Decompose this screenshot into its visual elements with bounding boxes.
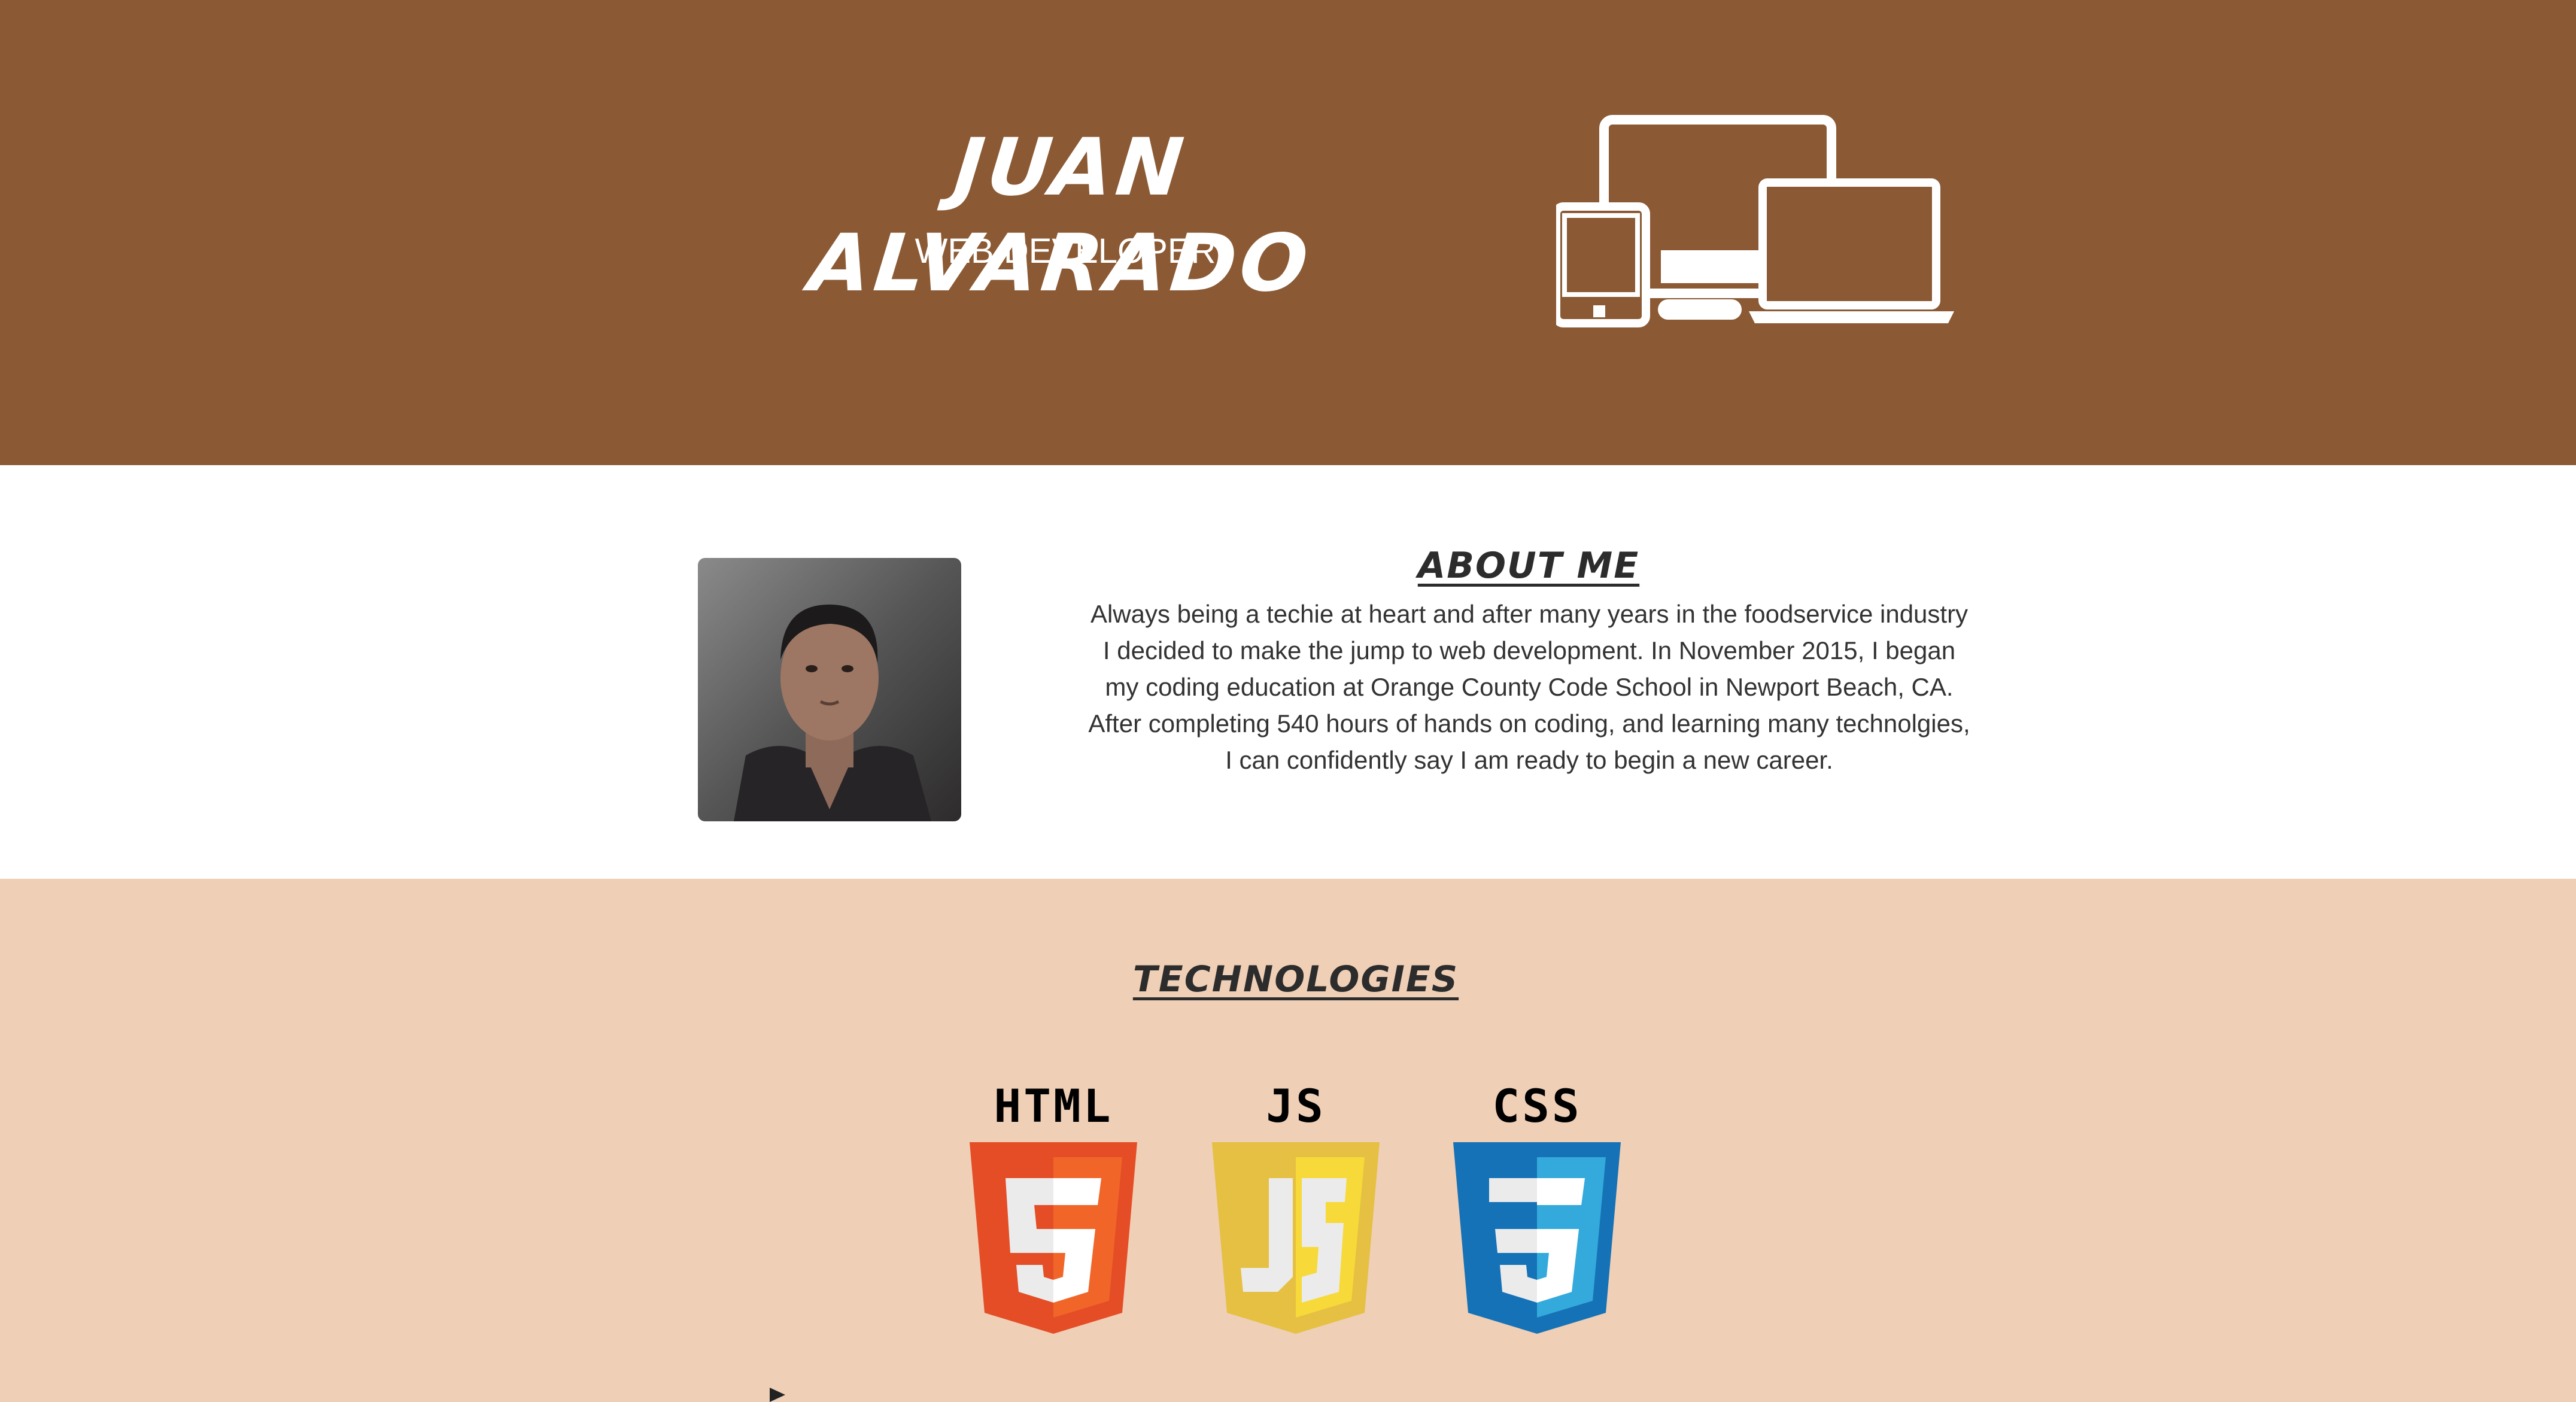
html-label: HTML <box>994 1079 1113 1133</box>
job-title: WEB DEVELOPER <box>915 232 1216 271</box>
about-line: I decided to make the jump to web develo… <box>1102 636 1956 664</box>
js-label: JS <box>1266 1079 1326 1133</box>
about-line: my coding education at Orange County Cod… <box>1105 673 1954 701</box>
css-label: CSS <box>1492 1079 1582 1133</box>
devices-icon <box>1556 115 1954 327</box>
about-line: I can confidently say I am ready to begi… <box>1225 746 1833 774</box>
portfolio-page: Juan Alvarado WEB DEVELOPER <box>0 0 2576 1402</box>
about-heading: ABOUT ME <box>1417 545 1640 587</box>
page-title: Juan Alvarado <box>804 122 1316 309</box>
js-icon <box>1212 1142 1380 1334</box>
js-logo: JS <box>1206 1082 1386 1334</box>
profile-photo <box>698 558 961 821</box>
header-banner: Juan Alvarado WEB DEVELOPER <box>0 0 2576 465</box>
technologies-section: TECHNOLOGIES HTML JS CSS <box>0 879 2576 1402</box>
technologies-heading: TECHNOLOGIES <box>1132 958 1459 1000</box>
css3-logo: CSS <box>1447 1082 1627 1334</box>
cursor-icon <box>770 1388 785 1402</box>
about-paragraph: Always being a techie at heart and after… <box>1065 596 1993 778</box>
html5-logo: HTML <box>964 1082 1143 1334</box>
about-section: ABOUT ME Always being a techie at heart … <box>0 465 2576 879</box>
about-line: After completing 540 hours of hands on c… <box>1088 709 1970 738</box>
css3-icon <box>1453 1142 1621 1334</box>
about-line: Always being a techie at heart and after… <box>1090 600 1969 628</box>
html5-icon <box>970 1142 1137 1334</box>
